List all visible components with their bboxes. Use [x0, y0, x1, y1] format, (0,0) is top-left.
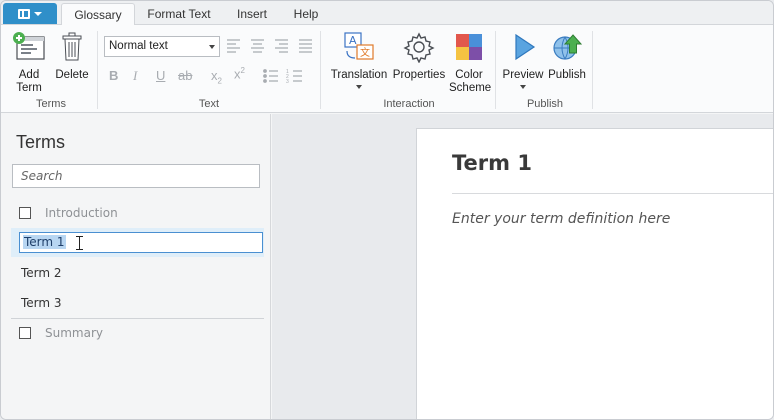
group-divider [97, 31, 98, 109]
strikethrough-icon[interactable]: ab [178, 68, 192, 83]
subscript-icon[interactable]: x2 [211, 68, 222, 86]
chevron-down-icon [520, 85, 526, 89]
tab-insert[interactable]: Insert [227, 3, 277, 25]
bold-icon[interactable]: B [109, 68, 118, 83]
color-scheme-button[interactable]: Color Scheme [449, 31, 492, 95]
preview-button[interactable]: Preview [501, 31, 545, 89]
ribbon-tab-bar: Glossary Format Text Insert Help [1, 1, 773, 26]
color-scheme-label-line2: Scheme [449, 82, 492, 94]
paragraph-style-value: Normal text [109, 40, 168, 52]
paragraph-style-select[interactable]: Normal text [104, 36, 220, 57]
color-scheme-label-line1: Color [455, 69, 483, 81]
terms-group-label: Terms [36, 98, 66, 110]
checkbox[interactable] [19, 207, 31, 219]
underline-icon[interactable]: U [156, 68, 165, 83]
document-icon [18, 8, 30, 19]
selected-text: Term 1 [23, 235, 66, 249]
color-scheme-icon [456, 34, 482, 60]
play-icon [515, 33, 536, 61]
app-window: Glossary Format Text Insert Help Add Ter… [0, 0, 774, 420]
checkbox[interactable] [19, 327, 31, 339]
app-menu-button[interactable] [3, 3, 57, 24]
translation-label: Translation [330, 69, 388, 81]
add-term-button[interactable]: Add Term [11, 31, 47, 95]
list-item-label: Summary [45, 326, 103, 340]
text-group-label: Text [198, 98, 220, 110]
italic-icon[interactable]: I [133, 68, 137, 84]
list-item-summary[interactable]: Summary [11, 319, 264, 348]
svg-text:A: A [349, 34, 357, 47]
term-page[interactable]: Term 1 Enter your term definition here [416, 128, 773, 419]
chevron-down-icon [34, 11, 42, 16]
alignment-icons [227, 39, 312, 53]
list-item-label: Term 3 [21, 296, 62, 310]
list-icons: 1 2 3 [263, 69, 302, 84]
translation-button[interactable]: A 文 Translation [329, 31, 389, 89]
list-item-introduction[interactable]: Introduction [11, 199, 264, 228]
trash-icon [62, 32, 82, 61]
add-term-icon [13, 32, 45, 60]
translation-icon: A 文 [344, 32, 374, 60]
tab-format-text[interactable]: Format Text [141, 3, 217, 25]
search-input[interactable]: Search [12, 164, 260, 188]
gear-icon [403, 32, 435, 64]
publish-group-label: Publish [526, 98, 564, 110]
properties-label: Properties [392, 69, 446, 81]
chevron-down-icon [356, 85, 362, 89]
group-divider [320, 31, 321, 109]
terms-panel-title: Terms [16, 132, 65, 152]
add-term-label-line1: Add [18, 69, 40, 81]
publish-button[interactable]: Publish [545, 31, 589, 82]
chevron-down-icon [209, 45, 215, 49]
list-item-term-1[interactable]: Term 1 [11, 228, 264, 257]
delete-label: Delete [55, 69, 89, 81]
preview-label: Preview [502, 69, 544, 81]
term-title[interactable]: Term 1 [452, 151, 532, 175]
list-item-term-3[interactable]: Term 3 [11, 289, 264, 318]
superscript-icon[interactable]: x2 [234, 66, 245, 81]
terms-panel: Terms Search Introduction Term 1 Term 2 … [1, 114, 271, 419]
term-name-edit-field[interactable]: Term 1 [19, 232, 263, 253]
editor-workspace: Term 1 Enter your term definition here [272, 114, 773, 419]
svg-text:3: 3 [286, 79, 289, 84]
title-divider [452, 193, 773, 194]
delete-button[interactable]: Delete [53, 31, 91, 82]
publish-label: Publish [548, 69, 586, 81]
tab-glossary[interactable]: Glossary [61, 3, 135, 26]
list-item-label: Introduction [45, 206, 118, 220]
add-term-label-line2: Term [16, 82, 42, 94]
group-divider [495, 31, 496, 109]
text-cursor-icon [76, 236, 83, 250]
tab-help[interactable]: Help [285, 3, 327, 25]
term-definition-field[interactable]: Enter your term definition here [452, 211, 670, 227]
group-divider [592, 31, 593, 109]
properties-button[interactable]: Properties [391, 31, 447, 82]
svg-text:文: 文 [360, 46, 370, 59]
ribbon: Add Term Delete Terms Normal text B I U … [1, 25, 773, 113]
interaction-group-label: Interaction [383, 98, 435, 110]
list-item-label: Term 2 [21, 266, 62, 280]
publish-globe-icon [553, 34, 583, 60]
list-item-term-2[interactable]: Term 2 [11, 259, 264, 288]
